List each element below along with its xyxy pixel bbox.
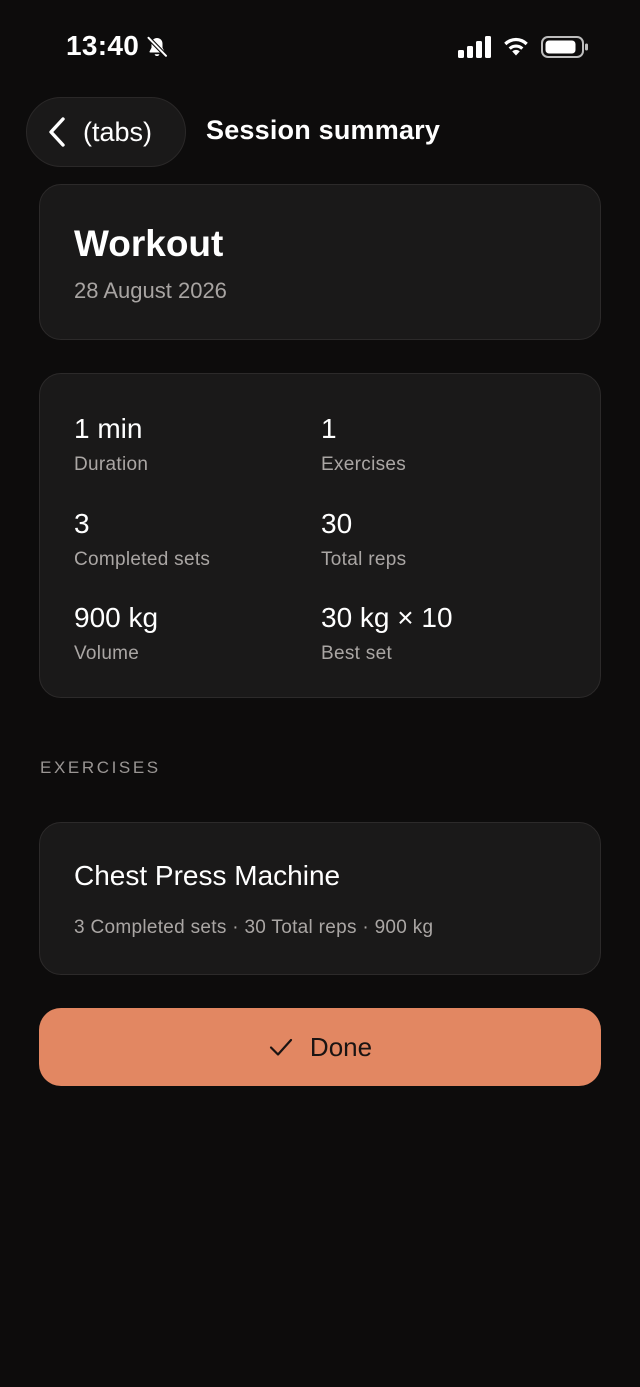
stat-label: Completed sets xyxy=(74,549,211,570)
stat-label: Best set xyxy=(321,643,393,664)
stat-label: Duration xyxy=(74,454,149,475)
stat-value: 1 xyxy=(321,413,337,444)
exercise-summary: 3 Completed sets · 30 Total reps · 900 k… xyxy=(74,917,434,938)
stat-value: 30 xyxy=(321,508,353,539)
stat-volume: 900 kg Volume xyxy=(74,604,314,665)
stat-label: Total reps xyxy=(321,549,407,570)
stat-label: Volume xyxy=(74,643,140,664)
back-button[interactable]: (tabs) xyxy=(26,97,186,167)
page-title: Session summary xyxy=(206,115,441,145)
battery-icon xyxy=(541,36,588,58)
stat-value: 900 kg xyxy=(74,602,159,633)
stat-value: 1 min xyxy=(74,413,143,444)
stat-value: 30 kg × 10 xyxy=(321,602,453,633)
signal-icon xyxy=(458,36,491,58)
stat-completed-sets: 3 Completed sets xyxy=(74,510,314,571)
workout-date: 28 August 2026 xyxy=(74,278,227,303)
exercise-name: Chest Press Machine xyxy=(74,860,341,891)
stat-duration: 1 min Duration xyxy=(74,415,314,476)
back-label: (tabs) xyxy=(83,116,153,147)
stat-best-set: 30 kg × 10 Best set xyxy=(321,604,561,665)
status-bar: 13:40 xyxy=(0,0,640,95)
done-button[interactable]: Done xyxy=(39,1008,601,1086)
wifi-icon xyxy=(504,37,528,56)
chevron-left-icon xyxy=(49,117,65,147)
workout-card: Workout 28 August 2026 xyxy=(39,184,601,340)
workout-title: Workout xyxy=(74,223,224,264)
stat-exercises: 1 Exercises xyxy=(321,415,561,476)
exercise-card[interactable]: Chest Press Machine 3 Completed sets · 3… xyxy=(39,822,601,975)
exercises-heading: EXERCISES xyxy=(40,758,161,777)
stat-label: Exercises xyxy=(321,454,407,475)
stat-total-reps: 30 Total reps xyxy=(321,510,561,571)
stats-card: 1 min Duration 1 Exercises 3 Completed s… xyxy=(39,373,601,698)
stat-value: 3 xyxy=(74,508,90,539)
status-time: 13:40 xyxy=(66,30,140,61)
bell-off-icon xyxy=(146,35,169,58)
done-label: Done xyxy=(309,1031,373,1062)
check-icon xyxy=(269,1038,293,1056)
